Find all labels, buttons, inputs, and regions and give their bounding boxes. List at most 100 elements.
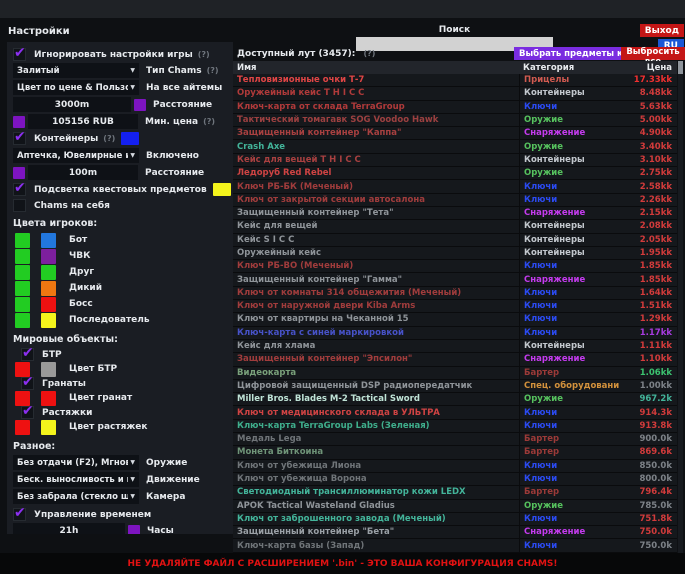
loot-table-row[interactable]: Ключ РБ-ВО (Меченый)Ключи1.85kk — [233, 260, 677, 273]
loot-table-row[interactable]: Ключ от комнаты 314 общежития (Меченый)К… — [233, 287, 677, 300]
help-icon[interactable]: (?) — [103, 134, 115, 143]
column-header-price[interactable]: Цена — [619, 63, 677, 73]
loot-table-row[interactable]: Кейс S I C CКонтейнеры2.05kk — [233, 234, 677, 247]
hours-input[interactable]: 21h — [13, 523, 125, 534]
player-color-swatch-2[interactable] — [41, 233, 56, 248]
loot-table-row[interactable]: Защищенный контейнер "Каппа"Снаряжение4.… — [233, 127, 677, 140]
loot-table-row[interactable]: Miller Bros. Blades M-2 Tactical SwordОр… — [233, 393, 677, 406]
world-color-swatch-2[interactable] — [41, 391, 56, 406]
column-header-name[interactable]: Имя — [233, 63, 519, 73]
loot-table-row[interactable]: Ключ от убежища ЛионаКлючи850.0k — [233, 460, 677, 473]
window-titlebar[interactable] — [0, 0, 685, 18]
ignore-game-settings-checkbox[interactable]: ✔ — [13, 48, 26, 61]
player-color-swatch-1[interactable] — [15, 249, 30, 264]
column-header-category[interactable]: Категория — [519, 63, 619, 73]
misc-dropdown[interactable]: Без забрала (стекло шлема)▼ — [13, 489, 139, 504]
items-distance-color-swatch[interactable] — [13, 167, 25, 179]
loot-table-row[interactable]: ВидеокартаБартер1.06kk — [233, 367, 677, 380]
player-color-swatch-2[interactable] — [41, 265, 56, 280]
loot-table-row[interactable]: Защищенный контейнер "Бета"Снаряжение750… — [233, 526, 677, 539]
world-color-swatch-2[interactable] — [41, 362, 56, 377]
loot-table-row[interactable]: Ключ-карта от склада TerraGroupКлючи5.63… — [233, 101, 677, 114]
min-price-input[interactable]: 105156 RUB — [28, 114, 138, 129]
player-color-swatch-1[interactable] — [15, 281, 30, 296]
containers-color-swatch[interactable] — [121, 132, 139, 145]
hours-color-swatch[interactable] — [128, 525, 140, 535]
help-icon[interactable]: (?) — [363, 49, 375, 58]
world-object-checkbox[interactable]: ✔ — [21, 377, 34, 390]
loot-table-row[interactable]: Защищенный контейнер "Тета"Снаряжение2.1… — [233, 207, 677, 220]
player-color-swatch-2[interactable] — [41, 281, 56, 296]
chams-type-dropdown[interactable]: Залитый ▼ — [13, 63, 139, 78]
player-color-swatch-1[interactable] — [15, 297, 30, 312]
loot-table-row[interactable]: Ключ от закрытой секции автосалонаКлючи2… — [233, 194, 677, 207]
help-icon[interactable]: (?) — [203, 117, 215, 126]
loot-table-row[interactable]: Crash AxeОружие3.40kk — [233, 140, 677, 153]
table-scrollbar[interactable] — [678, 61, 683, 553]
misc-dropdown[interactable]: Без отдачи (F2), Мгновенное п▼ — [13, 455, 139, 470]
loot-table-row[interactable]: Ключ РБ-БК (Меченый)Ключи2.58kk — [233, 180, 677, 193]
loot-table-row[interactable]: Кейс для вещей T H I C CКонтейнеры3.10kk — [233, 154, 677, 167]
world-object-checkbox[interactable]: ✔ — [21, 348, 34, 361]
loot-table-row[interactable]: Ключ от медицинского склада в УЛЬТРАКлюч… — [233, 406, 677, 419]
player-color-label: Дикий — [69, 283, 102, 293]
loot-table-row[interactable]: Цифровой защищенный DSP радиопередатчикС… — [233, 380, 677, 393]
help-icon[interactable]: (?) — [198, 50, 210, 59]
distance-items-input[interactable]: 100m — [28, 165, 138, 180]
loot-table-row[interactable]: Тактический томагавк SOG Voodoo HawkОруж… — [233, 114, 677, 127]
loot-table-row[interactable]: Ключ от квартиры на Чеканной 15Ключи1.29… — [233, 313, 677, 326]
misc-dropdown[interactable]: Беск. выносливость и нет уста:▼ — [13, 472, 139, 487]
exit-button[interactable]: Выход — [640, 24, 684, 37]
loot-table-row[interactable]: Оружейный кейсКонтейнеры1.95kk — [233, 247, 677, 260]
loot-table-row[interactable]: Медаль LegaБартер900.0k — [233, 433, 677, 446]
loot-table-row[interactable]: Ключ от наружной двери Kiba ArmsКлючи1.5… — [233, 300, 677, 313]
player-color-swatch-2[interactable] — [41, 249, 56, 264]
loot-item-price: 1.11kk — [619, 341, 677, 351]
loot-table-row[interactable]: Ледоруб Red RebelОружие2.75kk — [233, 167, 677, 180]
loot-table-row[interactable]: Ключ-карта базы (Запад)Ключи750.0k — [233, 539, 677, 552]
loot-table-row[interactable]: Монета БиткоинаБартер869.6k — [233, 446, 677, 459]
player-color-swatch-1[interactable] — [15, 313, 30, 328]
loot-table-row[interactable]: APOK Tactical Wasteland GladiusОружие785… — [233, 500, 677, 513]
world-object-checkbox[interactable]: ✔ — [21, 406, 34, 419]
loot-item-category: Ключи — [519, 180, 619, 192]
distance-all-input[interactable]: 3000m — [13, 97, 131, 112]
loot-table-row[interactable]: Кейс для вещейКонтейнеры2.08kk — [233, 220, 677, 233]
loot-table-row[interactable]: Светодиодный трансиллюминатор кожи LEDXБ… — [233, 486, 677, 499]
player-color-swatch-2[interactable] — [41, 313, 56, 328]
loot-table-row[interactable]: Кейс для хламаКонтейнеры1.11kk — [233, 340, 677, 353]
quest-highlight-checkbox[interactable]: ✔ — [13, 183, 26, 196]
world-color-swatch-1[interactable] — [15, 420, 30, 435]
loot-item-price: 1.06kk — [619, 368, 677, 378]
loot-table-row[interactable]: Ключ от убежища ВоронаКлючи800.0k — [233, 473, 677, 486]
loot-table-row[interactable]: Ключ от заброшенного завода (Меченый)Клю… — [233, 513, 677, 526]
check-icon: ✔ — [22, 403, 34, 419]
loot-table-row[interactable]: Тепловизионные очки Т-7Прицелы17.33kk — [233, 74, 677, 87]
color-mode-dropdown[interactable]: Цвет по цене & Пользователь ▼ — [13, 80, 139, 95]
player-color-swatch-1[interactable] — [15, 265, 30, 280]
quest-color-swatch[interactable] — [213, 183, 231, 196]
player-color-row: Бот — [13, 232, 227, 248]
loot-table-row[interactable]: Ключ-карта с синей маркировкойКлючи1.17k… — [233, 327, 677, 340]
distance-color-swatch[interactable] — [134, 99, 146, 111]
player-colors-section: БотЧВКДругДикийБоссПоследователь — [13, 232, 227, 328]
drop-all-button[interactable]: Выбросить все — [621, 47, 685, 60]
loot-item-name: Кейс для вещей — [233, 221, 519, 231]
player-color-swatch-2[interactable] — [41, 297, 56, 312]
scrollbar-thumb[interactable] — [678, 61, 683, 74]
category-filter-dropdown[interactable]: Аптечка, Ювелирные и... ▼ — [13, 148, 139, 163]
time-control-checkbox[interactable]: ✔ — [13, 508, 26, 521]
loot-table-row[interactable]: Оружейный кейс T H I C CКонтейнеры8.48kk — [233, 87, 677, 100]
world-color-swatch-2[interactable] — [41, 420, 56, 435]
min-price-color-swatch[interactable] — [13, 116, 25, 128]
loot-table-row[interactable]: Защищенный контейнер "Гамма"Снаряжение1.… — [233, 273, 677, 286]
loot-table-row[interactable]: Защищенный контейнер "Эпсилон"Снаряжение… — [233, 353, 677, 366]
loot-item-price: 1.00kk — [619, 381, 677, 391]
loot-table-row[interactable]: Ключ-карта TerraGroup Labs (Зеленая)Ключ… — [233, 420, 677, 433]
chams-self-checkbox[interactable] — [13, 199, 26, 212]
containers-checkbox[interactable]: ✔ — [13, 132, 26, 145]
help-icon[interactable]: (?) — [207, 66, 219, 75]
world-object-label: Растяжки — [42, 408, 92, 418]
loot-item-price: 1.85kk — [619, 275, 677, 285]
player-color-swatch-1[interactable] — [15, 233, 30, 248]
